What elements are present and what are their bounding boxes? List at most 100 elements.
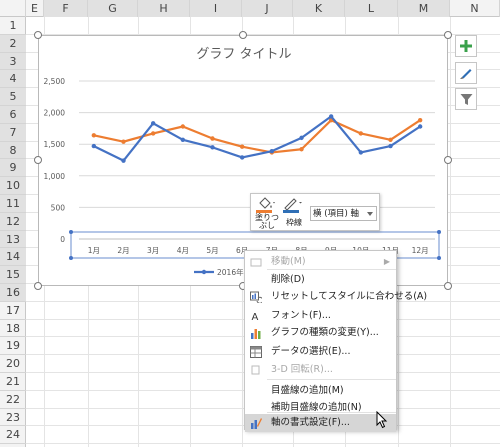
row-header-13[interactable]: 13 — [0, 230, 26, 249]
x-tick-label: 1月 — [88, 246, 100, 255]
row-header-21[interactable]: 21 — [0, 373, 26, 391]
outline-button[interactable]: 枠線 — [281, 196, 307, 230]
column-header-f[interactable]: F — [44, 0, 88, 17]
row-header-11[interactable]: 11 — [0, 195, 26, 213]
chart-area[interactable]: グラフ タイトル 0 500 1,000 1,500 2,000 2,500 1月 2月 3月… — [38, 35, 448, 286]
context-menu-item-4[interactable]: グラフの種類の変更(Y)... — [245, 324, 396, 342]
chart-resize-handle[interactable] — [239, 31, 247, 39]
series-line-0[interactable] — [93, 115, 421, 162]
data-point[interactable] — [239, 155, 245, 160]
grid-row-line — [26, 443, 500, 445]
axis-selection-handle[interactable] — [69, 230, 73, 234]
data-point[interactable] — [121, 139, 126, 144]
data-point[interactable] — [210, 136, 215, 141]
context-menu-item-6: 3-D 回転(R)... — [245, 361, 396, 379]
chart-resize-handle[interactable] — [34, 31, 42, 39]
data-point[interactable] — [299, 135, 304, 141]
context-menu-item-3[interactable]: A フォント(F)... — [245, 307, 396, 325]
row-header-9[interactable]: 9 — [0, 159, 26, 178]
row-header-4[interactable]: 4 — [0, 70, 26, 89]
data-point[interactable] — [388, 137, 393, 142]
column-header-i[interactable]: I — [190, 0, 242, 17]
corner-select-all[interactable] — [0, 0, 26, 17]
chart-resize-handle[interactable] — [34, 282, 42, 290]
data-point[interactable] — [269, 148, 275, 154]
row-header-14[interactable]: 14 — [0, 248, 26, 267]
chart-resize-handle[interactable] — [444, 31, 452, 39]
column-header-e[interactable]: E — [26, 0, 44, 17]
data-point[interactable] — [180, 124, 186, 129]
data-point[interactable] — [299, 147, 304, 152]
3d-rotate-icon — [250, 364, 262, 376]
row-header-10[interactable]: 10 — [0, 177, 26, 195]
row-header-23[interactable]: 23 — [0, 409, 26, 427]
data-point[interactable] — [91, 143, 97, 149]
chart-resize-handle[interactable] — [34, 156, 42, 164]
chart-side-button-1[interactable] — [455, 62, 477, 84]
data-point[interactable] — [91, 133, 97, 138]
font-icon: A — [250, 310, 262, 323]
chart-resize-handle[interactable] — [444, 156, 452, 164]
context-menu-item-2[interactable]: リセットしてスタイルに合わせる(A) — [245, 288, 427, 306]
axis-selection-handle[interactable] — [437, 230, 441, 234]
data-point[interactable] — [239, 144, 245, 149]
row-header-2[interactable]: 2 — [0, 34, 26, 53]
chart-side-button-2[interactable] — [455, 88, 477, 110]
menu-separator — [267, 269, 396, 270]
move-icon — [250, 256, 262, 268]
row-header-22[interactable]: 22 — [0, 391, 26, 409]
column-header-h[interactable]: H — [138, 0, 190, 17]
data-point[interactable] — [210, 145, 215, 150]
axis-selection-handle[interactable] — [69, 256, 73, 260]
row-header-24[interactable]: 24 — [0, 426, 26, 445]
data-point[interactable] — [417, 124, 423, 129]
axis-selection-handle[interactable] — [437, 256, 441, 260]
legend-label[interactable]: 2016年 — [217, 267, 244, 277]
chart-title[interactable]: グラフ タイトル — [196, 47, 291, 62]
paint-bucket-icon — [259, 197, 275, 209]
column-header-g[interactable]: G — [88, 0, 138, 17]
chart-side-button-0[interactable] — [455, 35, 477, 57]
row-header-3[interactable]: 3 — [0, 52, 26, 71]
context-menu-item-5[interactable]: データの選択(E)... — [245, 343, 396, 361]
context-menu-item-7[interactable]: 目盛線の追加(M) — [245, 382, 396, 400]
data-point[interactable] — [180, 137, 186, 142]
data-point[interactable] — [150, 131, 156, 136]
row-header-5[interactable]: 5 — [0, 88, 26, 106]
data-point[interactable] — [121, 158, 126, 163]
row-header-8[interactable]: 8 — [0, 141, 26, 160]
row-header-18[interactable]: 18 — [0, 320, 26, 338]
context-menu-item-9[interactable]: 軸の書式設定(F)... — [245, 414, 396, 432]
data-point[interactable] — [388, 143, 393, 149]
data-point[interactable] — [417, 117, 423, 123]
column-header-m[interactable]: M — [398, 0, 450, 17]
row-header-19[interactable]: 19 — [0, 337, 26, 356]
y-tick-label: 2,500 — [44, 77, 66, 86]
chart-resize-handle[interactable] — [444, 282, 452, 290]
fill-button[interactable]: 塗りつぶし — [254, 196, 280, 230]
column-header-bar: EFGHIJKLMN — [0, 0, 500, 17]
column-header-j[interactable]: J — [242, 0, 293, 17]
row-header-17[interactable]: 17 — [0, 302, 26, 320]
column-header-n[interactable]: N — [450, 0, 500, 17]
row-header-12[interactable]: 12 — [0, 212, 26, 231]
row-header-7[interactable]: 7 — [0, 123, 26, 142]
row-header-6[interactable]: 6 — [0, 106, 26, 124]
grid-col-line — [450, 17, 451, 447]
data-point[interactable] — [358, 150, 364, 155]
column-header-l[interactable]: L — [345, 0, 398, 17]
row-header-15[interactable]: 15 — [0, 266, 26, 284]
column-header-k[interactable]: K — [293, 0, 345, 17]
context-menu-item-1[interactable]: 削除(D) — [245, 271, 396, 289]
row-header-20[interactable]: 20 — [0, 355, 26, 373]
legend-marker — [201, 269, 207, 275]
row-header-1[interactable]: 1 — [0, 17, 26, 35]
data-point[interactable] — [150, 121, 156, 126]
data-point[interactable] — [328, 114, 334, 119]
data-point[interactable] — [358, 131, 364, 136]
x-tick-label: 4月 — [177, 246, 189, 255]
x-tick-label: 12月 — [412, 246, 429, 255]
chart-element-selector[interactable]: 横 (項目) 軸 — [310, 206, 377, 221]
context-menu-item-label: 削除(D) — [271, 274, 305, 285]
row-header-16[interactable]: 16 — [0, 284, 26, 302]
